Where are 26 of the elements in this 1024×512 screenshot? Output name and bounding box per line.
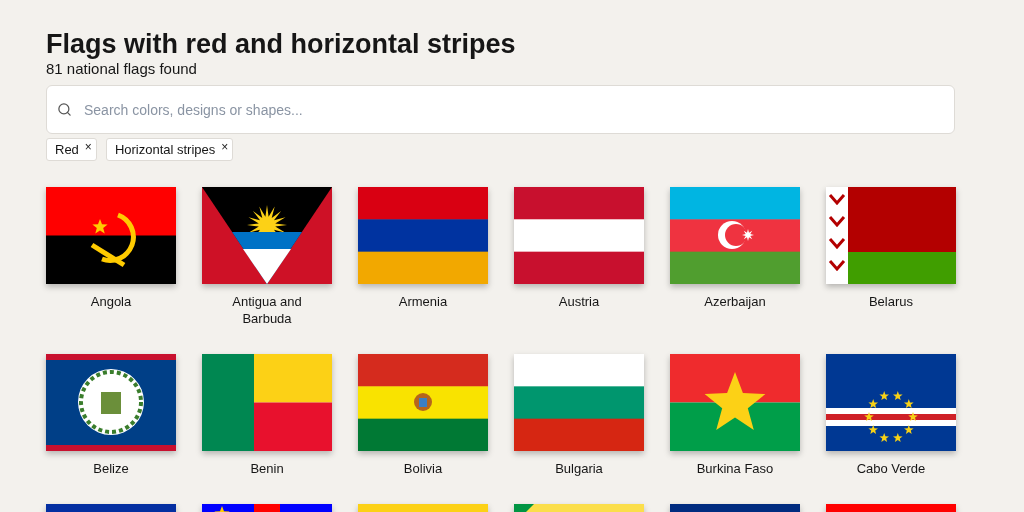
remove-button[interactable]: ×	[84, 142, 92, 152]
search-field[interactable]: Search colors, designs or shapes...	[82, 100, 944, 119]
filter-label: Horizontal stripes	[114, 142, 216, 157]
flag-drawing[interactable]	[46, 187, 176, 284]
country-name: Benin	[249, 460, 285, 477]
country-name: Angola	[89, 293, 133, 310]
search-bar[interactable]: Search colors, designs or shapes...	[46, 85, 955, 134]
country-name: Armenia	[397, 293, 449, 310]
country-name: Belarus	[867, 293, 915, 310]
country-name: Cabo Verde	[855, 460, 927, 477]
country-name: Burkina Faso	[695, 460, 775, 477]
flag-drawing[interactable]	[46, 354, 176, 451]
remove-button[interactable]: ×	[221, 142, 229, 152]
filter-label: Red	[55, 142, 79, 157]
result-count: 81 national flags found	[46, 60, 198, 78]
search-icon	[57, 102, 72, 117]
flag-drawing[interactable]	[826, 354, 956, 451]
country-name: Bulgaria	[554, 460, 604, 477]
country-name: Bolivia	[402, 460, 444, 477]
page-title: Flags with red and horizontal stripes	[46, 28, 517, 60]
flag-drawing[interactable]	[202, 187, 332, 284]
flag-drawing[interactable]	[826, 187, 956, 284]
country-name: Azerbaijan	[703, 293, 767, 310]
country-name: Belize	[92, 460, 130, 477]
country-name: Austria	[557, 293, 601, 310]
country-name: Antigua and Barbuda	[231, 293, 303, 327]
